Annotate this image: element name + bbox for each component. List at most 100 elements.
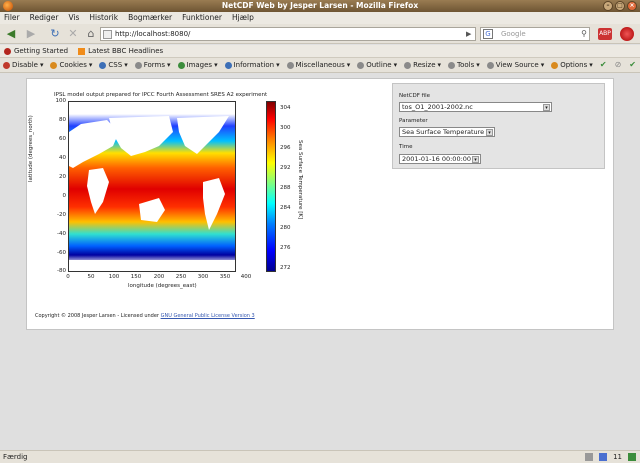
copyright-notice: Copyright © 2008 Jesper Larsen - License… [35,313,255,319]
page-favicon [103,30,112,39]
validator-icon[interactable] [628,453,636,461]
sst-map-plot [68,101,236,272]
menu-help[interactable]: Hjælp [232,12,254,24]
css-valid-icon[interactable]: ✔ [629,60,636,69]
close-button[interactable]: × [627,1,637,11]
ytick: 0 [62,193,67,199]
stop-icon[interactable]: ✕ [66,27,80,41]
bookmark-label: Latest BBC Headlines [88,47,164,55]
colorbar-tick: 288 [280,185,291,191]
xtick: 400 [240,274,252,280]
forward-icon[interactable]: ▶ [24,27,38,41]
dev-view-source[interactable]: View Source ▾ [486,61,544,69]
status-bar: Færdig 11 [0,450,640,463]
search-placeholder: Google [501,30,526,38]
dev-cookies[interactable]: Cookies ▾ [50,61,92,69]
menu-tools[interactable]: Funktioner [182,12,222,24]
window-title: NetCDF Web by Jesper Larsen - Mozilla Fi… [221,1,419,10]
copyright-text: Copyright © 2008 Jesper Larsen - License… [35,313,159,319]
colorbar-tick: 292 [280,165,291,171]
mail-icon[interactable] [599,453,608,461]
dev-label: Disable [12,61,38,69]
valid-check-icon[interactable]: ✔ [600,60,607,69]
back-icon[interactable]: ◀ [4,27,18,41]
dev-options[interactable]: Options ▾ [551,61,593,69]
window-titlebar: NetCDF Web by Jesper Larsen - Mozilla Fi… [0,0,640,12]
menu-history[interactable]: Historik [89,12,118,24]
bookmark-getting-started[interactable]: Getting Started [4,47,68,55]
view-source-icon [486,61,494,69]
parameter-select[interactable]: Sea Surface Temperature ▾ [399,127,495,137]
menu-view[interactable]: Vis [68,12,79,24]
xtick: 0 [66,274,70,280]
dev-tools[interactable]: Tools ▾ [448,61,480,69]
dev-css[interactable]: CSS ▾ [99,61,128,69]
dev-label: Resize [413,61,436,69]
xtick: 50 [87,274,95,280]
y-axis-label: latitude (degrees_north) [28,115,34,182]
time-label: Time [399,144,413,150]
ytick: 40 [59,155,66,161]
dev-label: View Source [495,61,539,69]
xtick: 250 [175,274,187,280]
dev-forms[interactable]: Forms ▾ [134,61,171,69]
go-icon[interactable]: ▶ [466,27,476,41]
xtick: 200 [153,274,165,280]
menu-edit[interactable]: Rediger [30,12,59,24]
xtick: 300 [197,274,209,280]
dev-label: Images [186,61,213,69]
license-link[interactable]: GNU General Public License Version 3 [161,313,255,319]
google-icon[interactable]: G [483,29,493,39]
dev-disable[interactable]: Disable ▾ [3,61,43,69]
continent-antarctica [69,260,235,271]
dev-label: Options [560,61,588,69]
colorbar-tick: 304 [280,105,291,111]
menu-file[interactable]: Filer [4,12,20,24]
colorbar-tick: 272 [280,265,291,271]
search-icon[interactable]: ⚲ [581,29,587,39]
x-axis-label: longitude (degrees_east) [128,283,197,289]
dev-images[interactable]: Images ▾ [177,61,218,69]
netcdf-file-value: tos_O1_2001-2002.nc [402,103,473,111]
url-bar[interactable]: http://localhost:8080/ [100,27,476,41]
home-icon[interactable]: ⌂ [84,27,98,41]
chevron-down-icon: ▾ [486,129,493,136]
reload-icon[interactable]: ↻ [48,27,62,41]
dev-label: Information [233,61,275,69]
dev-miscellaneous[interactable]: Miscellaneous ▾ [286,61,350,69]
dev-outline[interactable]: Outline ▾ [357,61,397,69]
chevron-down-icon: ▾ [543,104,550,111]
search-input[interactable]: G Google ⚲ [480,27,590,41]
dev-label: Miscellaneous [295,61,345,69]
firefox-icon [3,1,13,11]
cookie-icon [50,61,58,69]
adblock-icon[interactable]: ABP [598,28,612,40]
minimize-button[interactable]: – [603,1,613,11]
menu-bookmarks[interactable]: Bogmærker [128,12,172,24]
ytick: 60 [59,136,66,142]
rss-icon [78,47,86,55]
options-icon [551,61,559,69]
resize-icon [404,61,412,69]
forms-icon [134,61,142,69]
ytick: 20 [59,174,66,180]
disable-icon [3,61,10,69]
plot-title: IPSL model output prepared for IPCC Four… [54,92,268,98]
xtick: 350 [219,274,231,280]
url-text: http://localhost:8080/ [115,30,191,38]
netcdf-file-select[interactable]: tos_O1_2001-2002.nc ▾ [399,102,552,112]
status-icon[interactable] [585,453,594,461]
status-count: 11 [613,453,622,461]
maximize-button[interactable]: □ [615,1,625,11]
dev-label: Cookies [59,61,87,69]
bookmark-bbc-headlines[interactable]: Latest BBC Headlines [78,47,163,55]
images-icon [177,61,185,69]
noscript-icon[interactable] [620,27,634,41]
dev-information[interactable]: Information ▾ [224,61,280,69]
warning-icon[interactable]: ⊘ [615,60,622,69]
menu-bar: Filer Rediger Vis Historik Bogmærker Fun… [0,12,640,24]
ytick: 100 [55,98,67,104]
time-select[interactable]: 2001-01-16 00:00:00 ▾ [399,154,481,164]
dev-resize[interactable]: Resize ▾ [404,61,441,69]
arctic-region [69,102,235,114]
